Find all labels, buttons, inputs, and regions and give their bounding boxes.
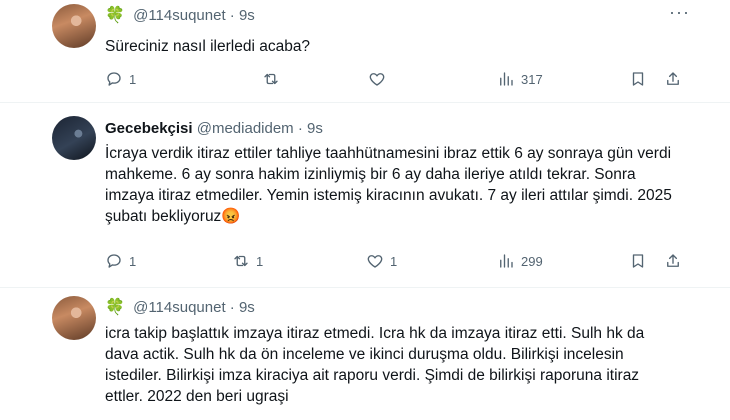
reply-button[interactable]: 1 [105,69,136,89]
retweet-button[interactable]: 1 [232,251,263,271]
tweet-text: Süreciniz nasıl ilerledi acaba? [105,38,311,55]
views-button[interactable]: 317 [497,69,543,89]
more-options-icon[interactable]: ··· [669,2,690,23]
reply-icon [107,254,121,268]
bookmark-button[interactable] [629,251,647,271]
reply-icon [107,72,121,86]
like-count: 1 [390,253,398,269]
like-button[interactable]: 1 [366,251,397,271]
bookmark-button[interactable] [629,69,647,89]
share-button[interactable] [664,251,682,271]
tweet-2[interactable]: Gecebekçisi @mediadidem · 9s İcraya verd… [0,103,730,287]
tweet-header: 🍀 @114suqunet · 9s [105,6,255,26]
analytics-icon [500,254,513,268]
retweet-count: 1 [256,253,264,269]
reply-count: 1 [129,253,137,269]
tweet-actions: 1 317 [0,69,730,89]
retweet-icon [234,255,248,267]
tweet-1[interactable]: 🍀 @114suqunet · 9s ··· Süreciniz nasıl i… [0,0,730,100]
clover-icon: 🍀 [105,7,125,24]
retweet-button[interactable] [262,69,280,89]
tweet-actions: 1 1 1 299 [0,251,730,271]
timestamp[interactable]: 9s [239,7,255,24]
display-name[interactable]: Gecebekçisi [105,120,193,137]
timestamp[interactable]: 9s [307,120,323,137]
timestamp[interactable]: 9s [239,299,255,316]
tweet-header: 🍀 @114suqunet · 9s [105,298,255,318]
user-handle[interactable]: @114suqunet [133,299,226,316]
reply-count: 1 [129,71,137,87]
retweet-icon [264,73,278,85]
views-button[interactable]: 299 [497,251,543,271]
separator-dot: · [229,299,235,316]
share-button[interactable] [664,69,682,89]
separator-dot: · [297,120,303,137]
avatar[interactable] [52,4,96,48]
reply-button[interactable]: 1 [105,251,136,271]
tweet-header: Gecebekçisi @mediadidem · 9s [105,119,323,139]
like-button[interactable] [368,69,386,89]
share-icon [667,72,679,85]
share-icon [667,254,679,267]
clover-icon: 🍀 [105,299,125,316]
bookmark-icon [632,254,644,268]
bookmark-icon [632,72,644,86]
avatar[interactable] [52,116,96,160]
tweet-text: İcraya verdik itiraz ettiler tahliye taa… [105,145,672,225]
user-handle[interactable]: @114suqunet [133,7,226,24]
user-handle[interactable]: @mediadidem [197,120,294,137]
views-count: 317 [521,71,543,87]
tweet-text: icra takip başlattık imzaya itiraz etmed… [105,325,645,405]
heart-icon [367,255,383,268]
analytics-icon [500,72,513,86]
heart-icon [369,73,385,86]
separator-dot: · [229,7,235,24]
avatar[interactable] [52,296,96,340]
views-count: 299 [521,253,543,269]
tweet-3[interactable]: 🍀 @114suqunet · 9s icra takip başlattık … [0,288,730,420]
